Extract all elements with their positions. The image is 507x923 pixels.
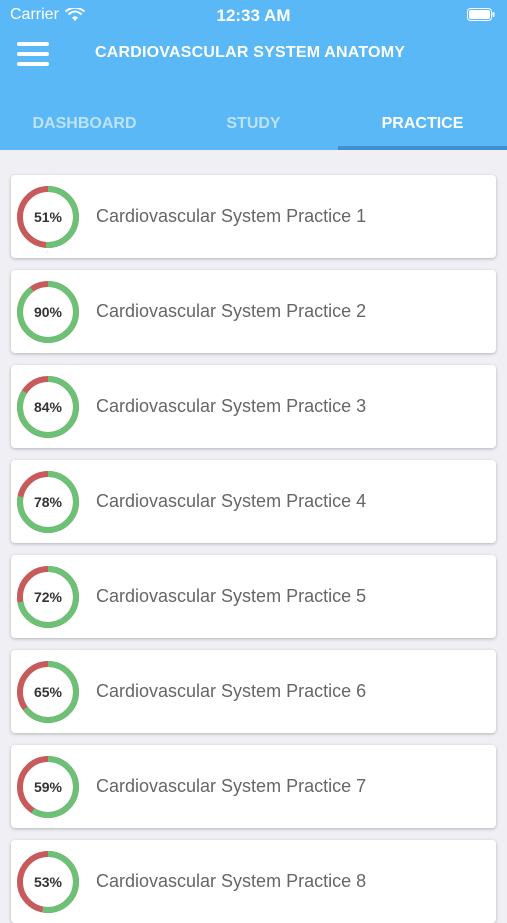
practice-title: Cardiovascular System Practice 1 — [96, 206, 367, 226]
practice-title: Cardiovascular System Practice 3 — [96, 396, 367, 416]
practice-item[interactable]: 72% Cardiovascular System Practice 5 — [11, 555, 496, 638]
page-title: CARDIOVASCULAR SYSTEM ANATOMY — [95, 44, 406, 61]
practice-title: Cardiovascular System Practice 5 — [96, 586, 367, 606]
score-label: 65% — [33, 684, 63, 700]
tab-practice[interactable]: PRACTICE — [338, 100, 507, 150]
practice-title: Cardiovascular System Practice 6 — [96, 681, 367, 701]
score-label: 78% — [33, 494, 63, 510]
practice-title: Cardiovascular System Practice 7 — [96, 776, 367, 796]
hamburger-icon[interactable] — [17, 42, 49, 66]
practice-item[interactable]: 51% Cardiovascular System Practice 1 — [11, 175, 496, 258]
score-label: 90% — [33, 304, 63, 320]
practice-item[interactable]: 65% Cardiovascular System Practice 6 — [11, 650, 496, 733]
score-label: 59% — [33, 779, 63, 795]
practice-title: Cardiovascular System Practice 4 — [96, 491, 367, 511]
practice-item[interactable]: 59% Cardiovascular System Practice 7 — [11, 745, 496, 828]
app-header: Carrier 12:33 AM CARDIOVASCULAR SYSTEM A… — [0, 0, 507, 150]
tab-bar: DASHBOARD STUDY PRACTICE — [0, 100, 507, 150]
practice-item[interactable]: 84% Cardiovascular System Practice 3 — [11, 365, 496, 448]
score-label: 53% — [33, 874, 63, 890]
practice-title: Cardiovascular System Practice 8 — [96, 871, 367, 891]
status-bar: Carrier 12:33 AM — [0, 0, 507, 30]
score-label: 72% — [33, 589, 63, 605]
tab-dashboard[interactable]: DASHBOARD — [0, 100, 169, 150]
practice-title: Cardiovascular System Practice 2 — [96, 301, 367, 321]
practice-item[interactable]: 53% Cardiovascular System Practice 8 — [11, 840, 496, 923]
tab-study[interactable]: STUDY — [169, 100, 338, 150]
battery-icon — [467, 8, 495, 21]
practice-item[interactable]: 78% Cardiovascular System Practice 4 — [11, 460, 496, 543]
score-label: 84% — [33, 399, 63, 415]
score-label: 51% — [33, 209, 63, 225]
status-time: 12:33 AM — [216, 6, 291, 25]
practice-item[interactable]: 90% Cardiovascular System Practice 2 — [11, 270, 496, 353]
